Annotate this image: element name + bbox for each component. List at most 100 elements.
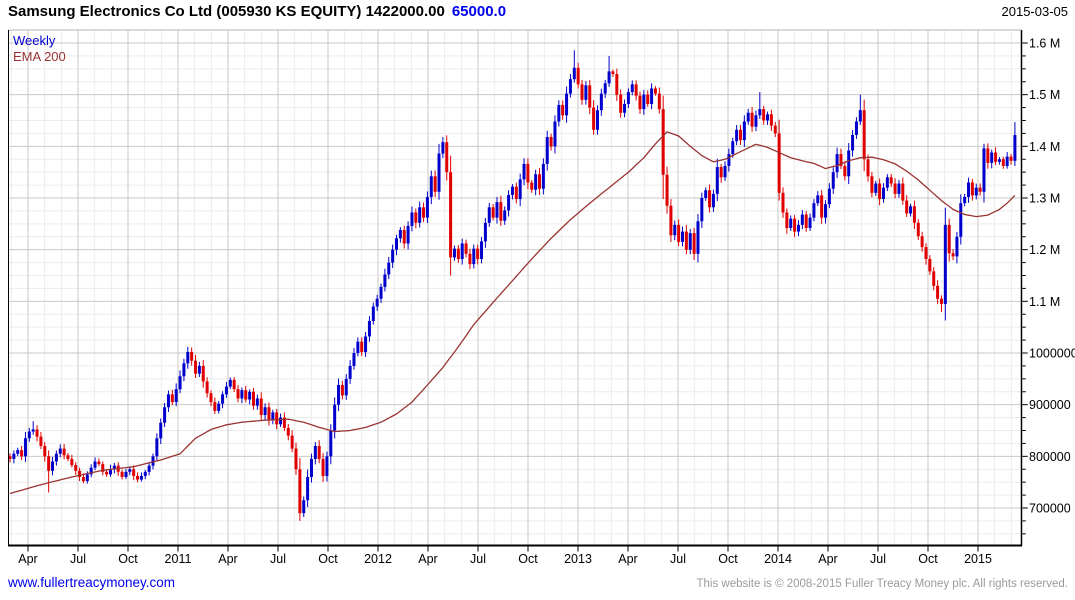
candle-body-up (155, 438, 158, 456)
candle-body-down (526, 164, 529, 183)
candle-body-up (944, 225, 947, 304)
candle-body-down (530, 183, 533, 190)
candle-body-up (816, 195, 819, 203)
candle-body-down (932, 271, 935, 285)
candle-body-down (979, 188, 982, 192)
candle-body-up (186, 352, 189, 363)
candle-body-up (310, 459, 313, 477)
candle-body-down (63, 449, 66, 456)
candle-body-up (28, 432, 31, 439)
candle-body-up (229, 380, 232, 387)
candle-body-up (124, 472, 127, 477)
candle-body-up (86, 474, 89, 481)
candle-body-down (820, 195, 823, 217)
candle-body-down (870, 176, 873, 193)
candle-body-down (291, 436, 294, 449)
candle-body-down (638, 96, 641, 109)
candle-body-up (480, 241, 483, 259)
candle-body-up (372, 307, 375, 321)
candle-body-up (689, 233, 692, 250)
candle-body-down (499, 202, 502, 221)
candle-body-down (677, 225, 680, 242)
candle-body-down (260, 398, 263, 415)
candle-body-down (275, 412, 278, 424)
candle-body-up (631, 84, 634, 92)
candle-body-up (55, 454, 58, 462)
candle-body-up (225, 387, 228, 395)
candle-body-down (669, 206, 672, 235)
candle-body-up (982, 148, 985, 191)
website-link[interactable]: www.fullertreacymoney.com (8, 575, 175, 590)
x-axis-label: Apr (218, 552, 237, 566)
candle-body-down (805, 215, 808, 228)
candle-body-up (731, 141, 734, 154)
candle-body-down (414, 212, 417, 222)
candle-body-up (882, 188, 885, 199)
candle-body-down (863, 110, 866, 159)
candle-body-up (32, 429, 35, 431)
candle-body-up (959, 203, 962, 237)
candle-body-up (1006, 157, 1009, 166)
candle-body-down (793, 219, 796, 232)
candle-body-up (569, 79, 572, 93)
candle-body-up (627, 92, 630, 104)
candle-body-down (685, 232, 688, 250)
candle-body-down (635, 84, 638, 95)
candle-body-down (434, 176, 437, 192)
candle-body-up (221, 394, 224, 403)
candle-body-down (190, 352, 193, 361)
candle-body-up (495, 202, 498, 218)
candle-body-down (994, 153, 997, 162)
candle-body-up (812, 203, 815, 217)
candle-body-up (264, 407, 267, 415)
candle-body-down (105, 472, 108, 475)
candle-body-up (306, 477, 309, 500)
candle-body-up (523, 164, 526, 180)
candle-body-down (936, 286, 939, 299)
candle-body-up (217, 404, 220, 411)
y-axis-label: 1.5 M (1029, 88, 1060, 102)
candle-body-up (248, 392, 251, 400)
y-axis-label: 1.4 M (1029, 140, 1060, 154)
candle-body-down (592, 108, 595, 130)
candle-body-down (581, 84, 584, 100)
candle-body-up (700, 198, 703, 221)
candle-body-up (24, 438, 27, 456)
candle-body-up (179, 376, 182, 389)
x-axis-label: Jul (670, 552, 686, 566)
candle-body-down (322, 459, 325, 476)
candle-body-down (778, 133, 781, 192)
candle-body-up (608, 71, 611, 83)
candle-body-down (403, 230, 406, 243)
candle-body-up (975, 188, 978, 196)
candle-body-up (383, 274, 386, 286)
candle-body-down (267, 407, 270, 420)
candle-body-down (20, 450, 23, 456)
candle-body-up (356, 342, 359, 353)
y-axis-label: 700000 (1029, 502, 1071, 516)
candle-body-down (901, 184, 904, 201)
candle-body-up (828, 189, 831, 205)
candle-body-down (287, 428, 290, 436)
candle-body-up (696, 221, 699, 254)
candle-body-up (461, 243, 464, 259)
candle-body-down (921, 236, 924, 247)
candle-body-up (681, 232, 684, 242)
candle-body-up (824, 204, 827, 217)
candle-body-up (724, 166, 727, 177)
candle-body-down (666, 175, 669, 206)
candle-body-down (913, 206, 916, 223)
candle-body-up (727, 154, 730, 166)
candle-body-up (859, 110, 862, 121)
candle-body-down (940, 299, 943, 304)
x-axis-label: 2014 (764, 552, 792, 566)
candle-body-up (766, 114, 769, 120)
candle-body-down (171, 394, 174, 402)
candle-body-up (364, 336, 367, 352)
candle-body-up (789, 219, 792, 228)
candle-body-down (213, 402, 216, 411)
candle-body-up (990, 153, 993, 163)
candle-body-up (325, 456, 328, 476)
candle-body-up (352, 353, 355, 366)
candle-body-up (94, 462, 97, 468)
